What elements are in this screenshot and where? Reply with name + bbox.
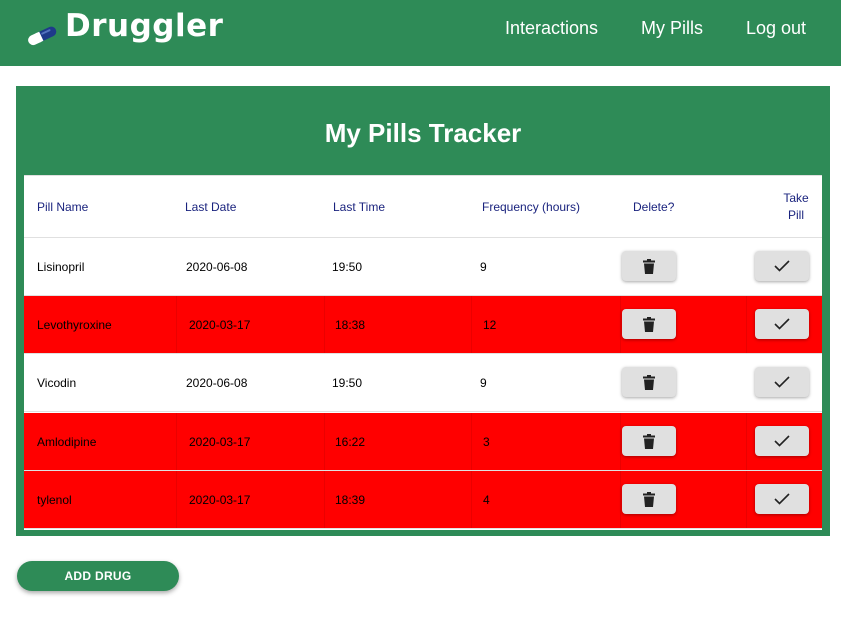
header-last-date: Last Date [185, 200, 237, 214]
last-time-cell: 18:39 [335, 492, 366, 507]
column-divider [176, 413, 177, 470]
take-pill-button[interactable] [755, 251, 809, 281]
column-divider [746, 471, 747, 528]
pill-name-cell: Lisinopril [37, 259, 85, 274]
delete-button[interactable] [622, 309, 676, 339]
trash-icon [643, 374, 655, 390]
nav-my-pills[interactable]: My Pills [641, 18, 703, 39]
checkmark-icon [774, 376, 790, 388]
column-divider [471, 296, 472, 353]
header-pill-name: Pill Name [37, 200, 89, 214]
last-date-cell: 2020-03-17 [189, 492, 251, 507]
last-date-cell: 2020-03-17 [189, 317, 251, 332]
header-take-pill: Take Pill [776, 176, 816, 238]
last-date-cell: 2020-06-08 [186, 375, 248, 390]
frequency-cell: 9 [480, 259, 487, 274]
column-divider [620, 413, 621, 470]
frequency-cell: 9 [480, 375, 487, 390]
header-take-line2: Pill [787, 208, 804, 222]
column-divider [324, 296, 325, 353]
column-divider [620, 296, 621, 353]
pill-name-cell: Levothyroxine [37, 317, 112, 332]
column-divider [324, 471, 325, 528]
column-divider [176, 471, 177, 528]
last-time-cell: 16:22 [335, 434, 366, 449]
nav-interactions[interactable]: Interactions [505, 18, 598, 39]
column-divider [746, 413, 747, 470]
frequency-cell: 12 [483, 317, 497, 332]
last-date-cell: 2020-06-08 [186, 259, 248, 274]
last-time-cell: 19:50 [332, 259, 363, 274]
take-pill-button[interactable] [755, 484, 809, 514]
header-last-time: Last Time [333, 200, 386, 214]
delete-button[interactable] [622, 251, 676, 281]
last-date-cell: 2020-03-17 [189, 434, 251, 449]
pill-capsule-icon [24, 24, 64, 46]
pills-table: Pill Name Last Date Last Time Frequency … [24, 175, 822, 530]
trash-icon [643, 316, 655, 332]
delete-button[interactable] [622, 484, 676, 514]
table-row: tylenol 2020-03-17 18:39 4 [24, 471, 822, 529]
column-divider [471, 471, 472, 528]
checkmark-icon [774, 318, 790, 330]
last-time-cell: 18:38 [335, 317, 366, 332]
checkmark-icon [774, 435, 790, 447]
checkmark-icon [774, 260, 790, 272]
frequency-cell: 4 [483, 492, 490, 507]
pills-tracker-panel: My Pills Tracker Pill Name Last Date Las… [16, 86, 830, 536]
add-drug-button[interactable]: ADD DRUG [17, 561, 179, 591]
frequency-cell: 3 [483, 434, 490, 449]
take-pill-button[interactable] [755, 426, 809, 456]
pill-name-cell: Vicodin [37, 375, 77, 390]
page-title: My Pills Tracker [324, 118, 522, 148]
column-divider [746, 296, 747, 353]
take-pill-button[interactable] [755, 309, 809, 339]
table-header-row: Pill Name Last Date Last Time Frequency … [24, 176, 822, 238]
header-delete: Delete? [633, 200, 675, 214]
trash-icon [643, 433, 655, 449]
table-row: Vicodin 2020-06-08 19:50 9 [24, 354, 822, 412]
pill-name-cell: Amlodipine [37, 434, 97, 449]
take-pill-button[interactable] [755, 367, 809, 397]
nav-log-out[interactable]: Log out [746, 18, 806, 39]
brand-name: Druggler [65, 8, 224, 44]
trash-icon [643, 491, 655, 507]
delete-button[interactable] [622, 367, 676, 397]
header-frequency: Frequency (hours) [482, 200, 581, 214]
column-divider [324, 413, 325, 470]
table-row: Levothyroxine 2020-03-17 18:38 12 [24, 296, 822, 354]
last-time-cell: 19:50 [332, 375, 363, 390]
column-divider [176, 296, 177, 353]
column-divider [471, 413, 472, 470]
delete-button[interactable] [622, 426, 676, 456]
column-divider [620, 471, 621, 528]
header-take-line1: Take [783, 191, 809, 205]
top-navbar: Druggler Interactions My Pills Log out [0, 0, 841, 66]
table-row: Lisinopril 2020-06-08 19:50 9 [24, 238, 822, 296]
trash-icon [643, 258, 655, 274]
table-row: Amlodipine 2020-03-17 16:22 3 [24, 413, 822, 471]
checkmark-icon [774, 493, 790, 505]
pill-name-cell: tylenol [37, 492, 72, 507]
